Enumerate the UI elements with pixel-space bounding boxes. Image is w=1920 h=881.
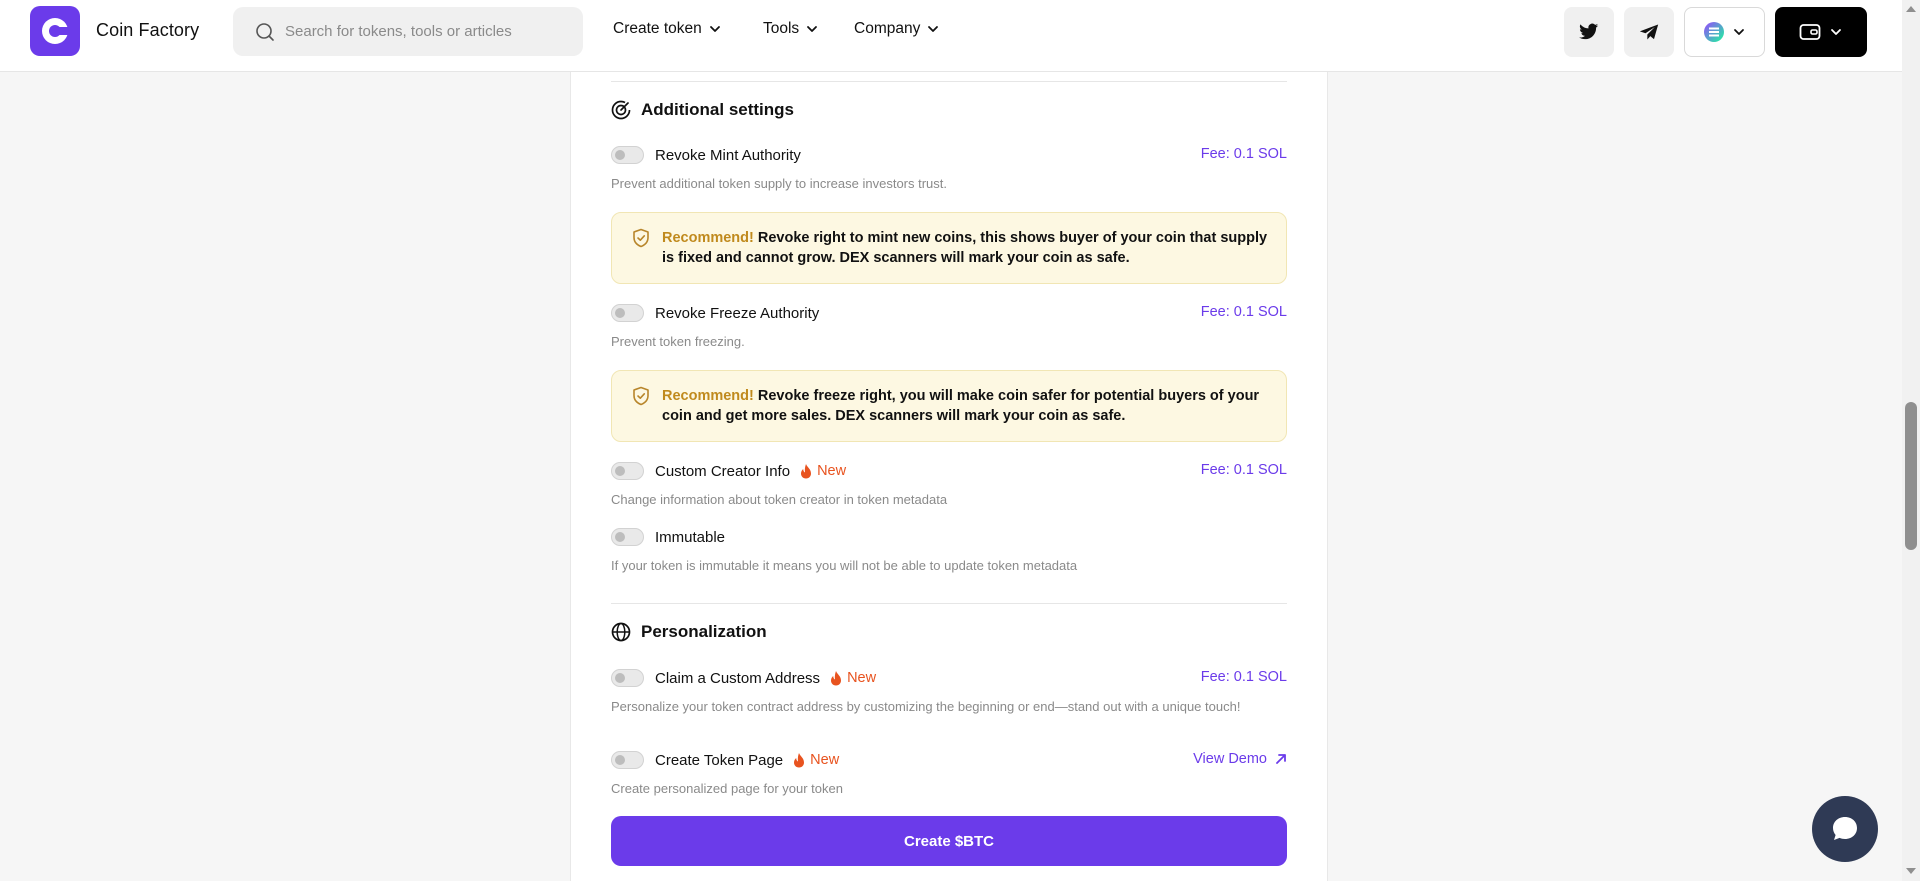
custom-creator-fee: Fee: 0.1 SOL (1200, 462, 1287, 478)
arrow-up-right-icon (1276, 754, 1286, 764)
immutable-label: Immutable (655, 528, 726, 546)
top-header: Coin Factory Create token Tools Company (0, 0, 1902, 72)
fire-icon (831, 671, 842, 686)
immutable-row: Immutable (611, 525, 1287, 549)
revoke-mint-description: Prevent additional token supply to incre… (611, 176, 948, 191)
new-badge-label: New (810, 752, 840, 768)
token-page-toggle[interactable] (611, 751, 644, 769)
immutable-description: If your token is immutable it means you … (611, 558, 1078, 573)
custom-creator-description: Change information about token creator i… (611, 492, 948, 507)
chevron-down-icon (1831, 29, 1841, 35)
telegram-icon (1639, 24, 1659, 40)
solana-icon (1703, 22, 1724, 42)
custom-address-row: Claim a Custom Address New Fee: 0.1 SOL (611, 666, 1287, 690)
view-demo-label: View Demo (1193, 751, 1267, 767)
brand-name[interactable]: Coin Factory (96, 20, 199, 41)
scroll-up-arrow-icon[interactable] (1906, 6, 1916, 12)
custom-address-fee: Fee: 0.1 SOL (1200, 669, 1287, 685)
custom-creator-toggle[interactable] (611, 462, 644, 480)
new-badge: New (799, 463, 846, 479)
revoke-freeze-description: Prevent token freezing. (611, 334, 745, 349)
immutable-toggle[interactable] (611, 528, 644, 546)
shield-check-icon (633, 228, 649, 248)
create-token-form: Additional settings Revoke Mint Authorit… (570, 72, 1328, 881)
revoke-mint-fee: Fee: 0.1 SOL (1200, 146, 1287, 162)
chat-bubble-icon (1833, 817, 1857, 840)
token-page-description: Create personalized page for your token (611, 781, 843, 796)
nav-tools[interactable]: Tools (763, 20, 819, 38)
chevron-down-icon (807, 26, 818, 32)
revoke-freeze-label: Revoke Freeze Authority (655, 304, 820, 322)
telegram-button[interactable] (1624, 7, 1674, 57)
nav-company-label: Company (854, 20, 921, 37)
revoke-mint-label: Revoke Mint Authority (655, 146, 801, 164)
chevron-down-icon (1733, 29, 1744, 35)
new-badge-label: New (847, 670, 877, 686)
chevron-down-icon (928, 26, 939, 32)
token-page-row: Create Token Page New View Demo (611, 748, 1287, 772)
personalization-heading: Personalization (611, 622, 767, 642)
coin-factory-logo[interactable] (30, 6, 80, 56)
revoke-freeze-row: Revoke Freeze Authority Fee: 0.1 SOL (611, 301, 1287, 325)
revoke-freeze-toggle[interactable] (611, 304, 644, 322)
custom-address-description: Personalize your token contract address … (611, 699, 1241, 714)
custom-address-label: Claim a Custom Address (655, 669, 821, 687)
twitter-icon (1579, 23, 1599, 40)
new-badge: New (829, 670, 876, 686)
settings-target-icon (611, 100, 631, 120)
revoke-mint-toggle[interactable] (611, 146, 644, 164)
custom-creator-label: Custom Creator Info (655, 462, 791, 480)
view-demo-link[interactable]: View Demo (1193, 751, 1287, 767)
chat-support-button[interactable] (1812, 796, 1878, 862)
fire-icon (794, 753, 805, 768)
wallet-button[interactable] (1775, 7, 1867, 57)
additional-settings-title: Additional settings (641, 100, 794, 119)
search-input[interactable] (285, 7, 575, 56)
revoke-mint-recommend-text: Recommend! Revoke right to mint new coin… (662, 228, 1272, 268)
revoke-freeze-recommendation: Recommend! Revoke freeze right, you will… (611, 370, 1287, 442)
search-icon (256, 23, 274, 41)
chevron-down-icon (709, 26, 720, 32)
search-box[interactable] (233, 7, 583, 56)
revoke-freeze-fee: Fee: 0.1 SOL (1200, 304, 1287, 320)
shield-check-icon (633, 386, 649, 406)
new-badge: New (792, 752, 839, 768)
revoke-mint-recommendation: Recommend! Revoke right to mint new coin… (611, 212, 1287, 284)
new-badge-label: New (817, 463, 847, 479)
page-scrollbar[interactable] (1902, 0, 1920, 881)
recommend-prefix: Recommend! (662, 388, 754, 404)
token-page-label: Create Token Page (655, 751, 784, 769)
fire-icon (801, 464, 812, 479)
recommend-prefix: Recommend! (662, 230, 754, 246)
twitter-button[interactable] (1564, 7, 1614, 57)
personalization-title: Personalization (641, 622, 767, 641)
create-token-button[interactable]: Create $BTC (611, 816, 1287, 866)
nav-tools-label: Tools (763, 20, 800, 37)
wallet-icon (1799, 24, 1821, 40)
nav-create-token-label: Create token (613, 20, 702, 37)
additional-settings-heading: Additional settings (611, 100, 794, 120)
custom-creator-row: Custom Creator Info New Fee: 0.1 SOL (611, 459, 1287, 483)
scrollbar-thumb[interactable] (1905, 402, 1917, 550)
revoke-mint-row: Revoke Mint Authority Fee: 0.1 SOL (611, 143, 1287, 167)
revoke-freeze-recommend-text: Recommend! Revoke freeze right, you will… (662, 386, 1272, 426)
divider (611, 603, 1287, 604)
nav-create-token[interactable]: Create token (613, 20, 722, 38)
logo-c-icon (42, 18, 70, 44)
nav-company[interactable]: Company (854, 20, 940, 38)
network-selector[interactable] (1684, 7, 1765, 57)
divider (611, 81, 1287, 82)
scroll-down-arrow-icon[interactable] (1906, 868, 1916, 874)
globe-icon (611, 622, 631, 642)
custom-address-toggle[interactable] (611, 669, 644, 687)
